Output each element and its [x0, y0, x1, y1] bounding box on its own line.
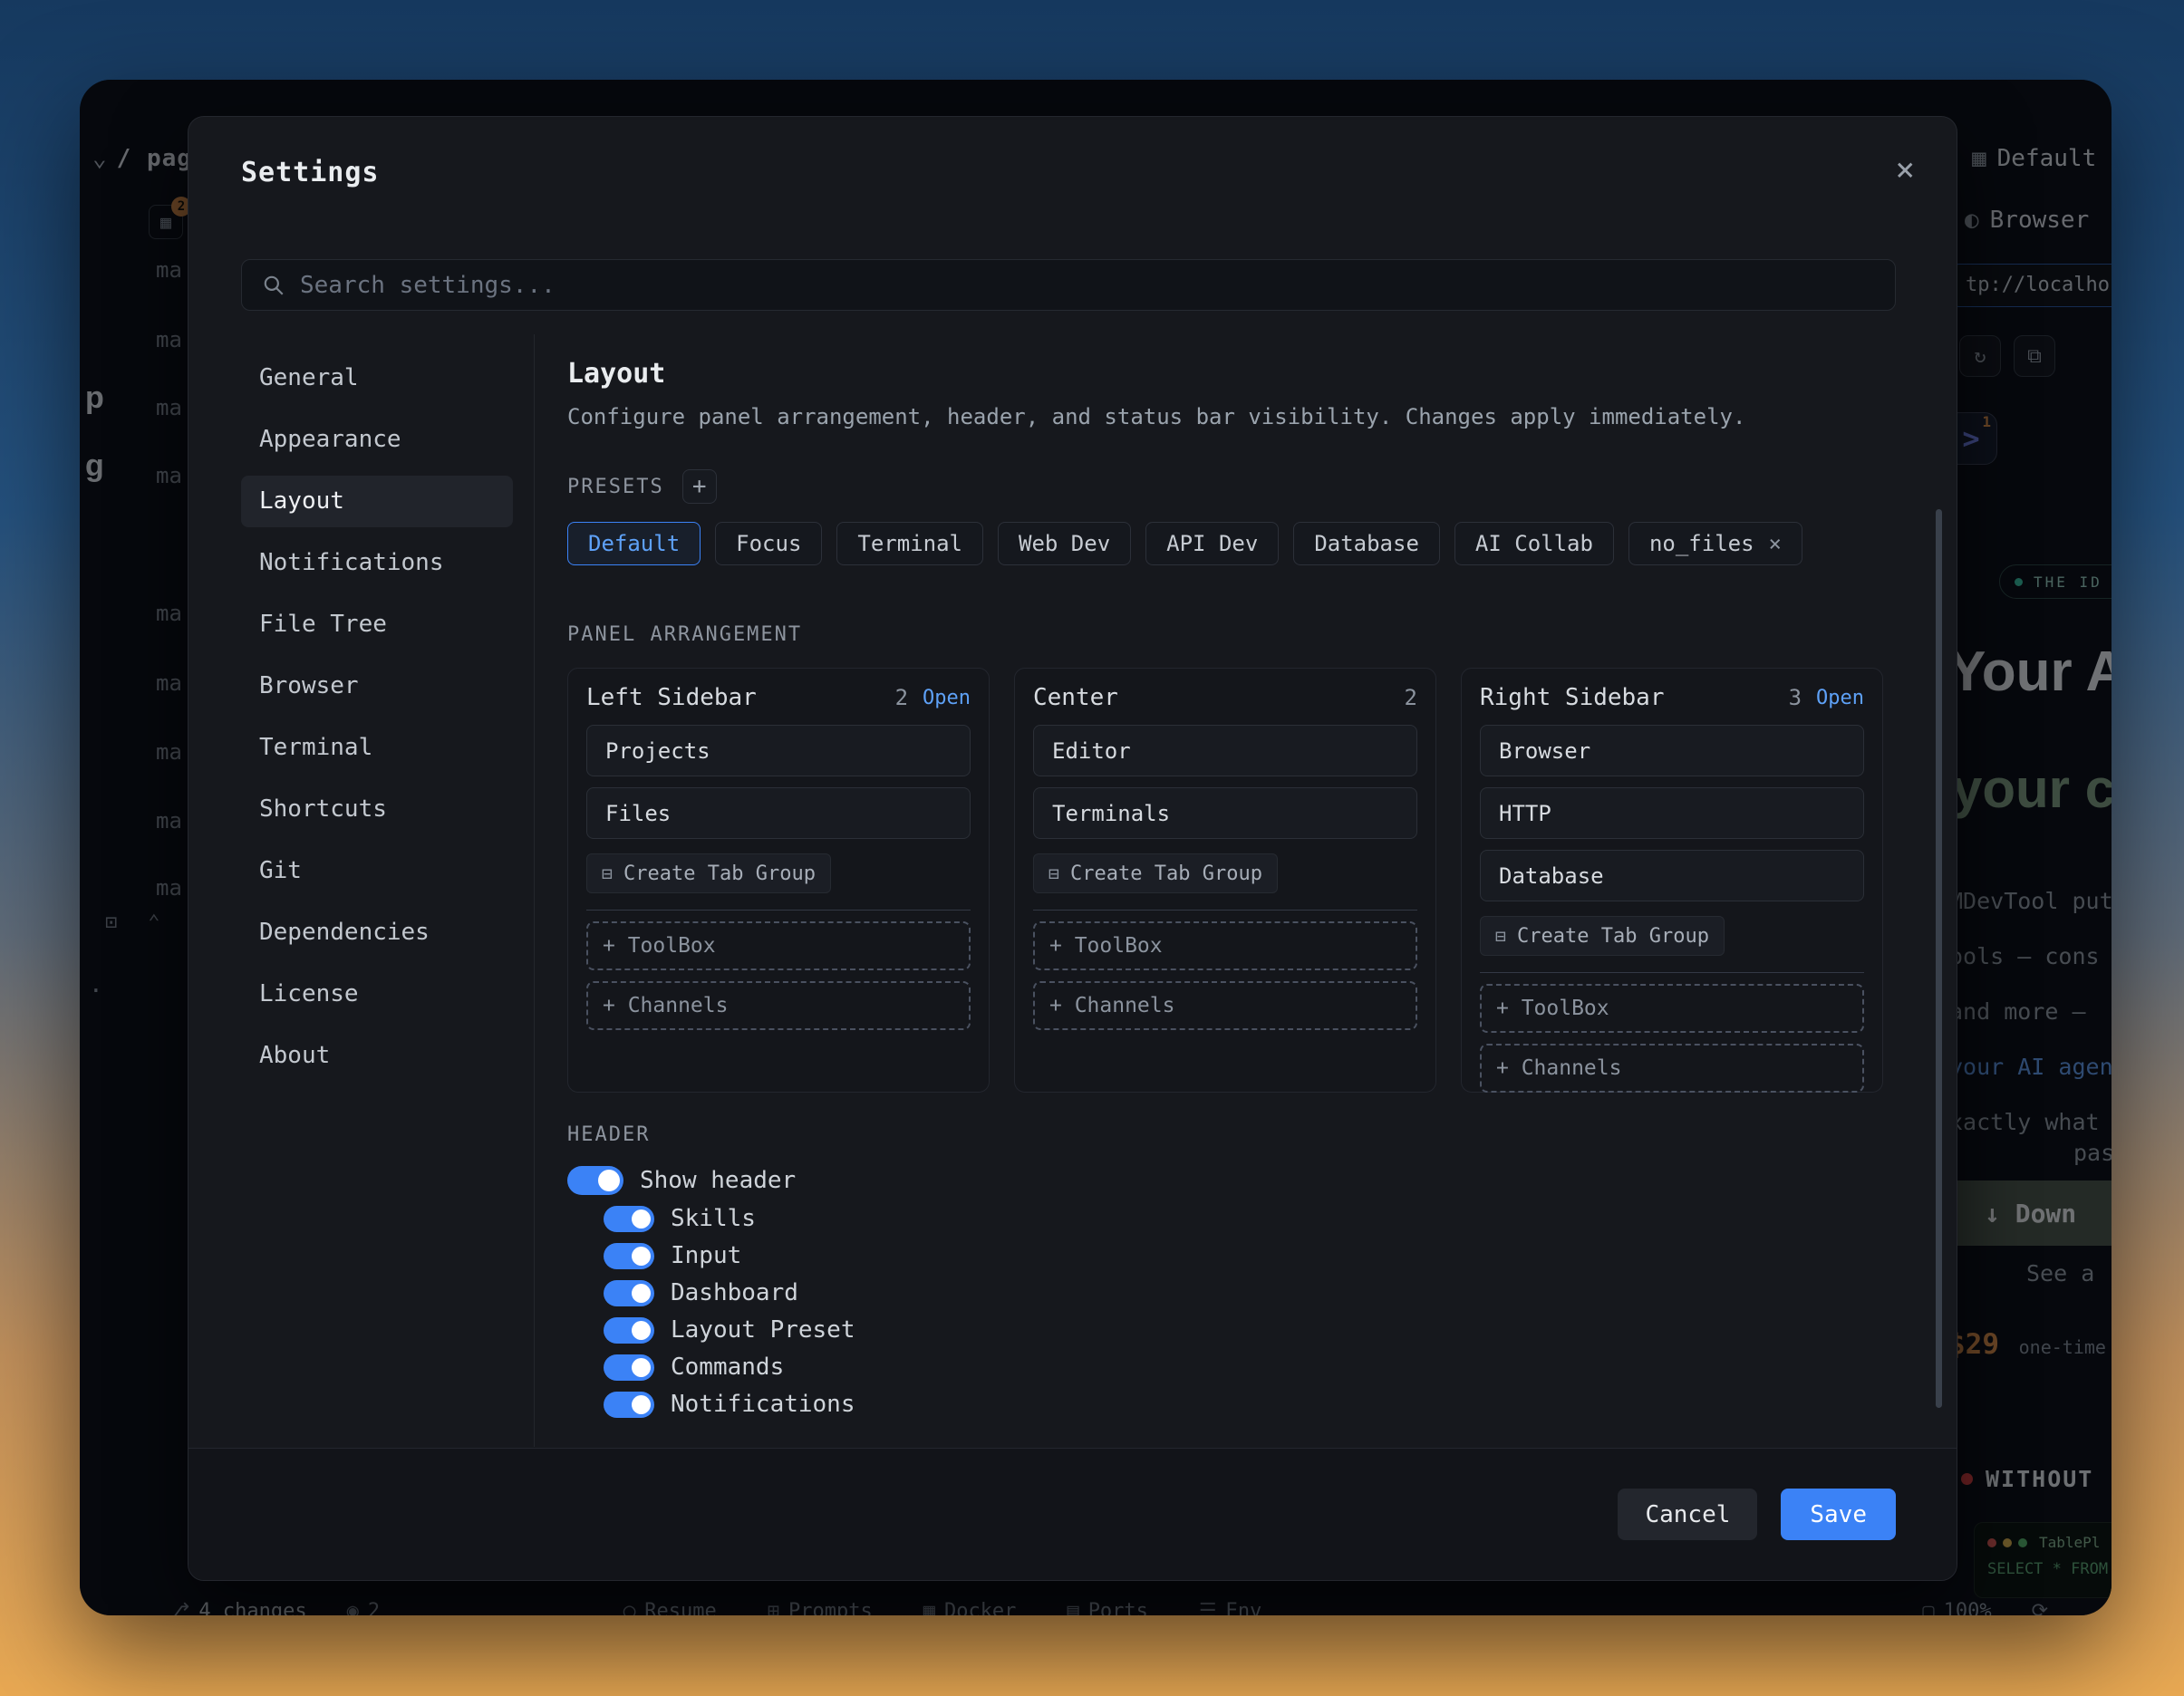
add-preset-button[interactable]: + — [682, 469, 717, 504]
toggle-row-notifications: Notifications — [567, 1391, 1901, 1418]
toggle-row-skills: Skills — [567, 1205, 1901, 1232]
tab-group-icon: ⊟ — [602, 862, 613, 884]
drop-zone-channels[interactable]: + Channels — [586, 981, 971, 1030]
notifications-toggle[interactable] — [604, 1392, 654, 1418]
create-tab-group-button[interactable]: ⊟ Create Tab Group — [1480, 916, 1725, 956]
close-icon[interactable]: × — [1895, 151, 1915, 188]
panel-title: Left Sidebar — [586, 684, 895, 711]
panel-arrangement-label: PANEL ARRANGEMENT — [567, 623, 1901, 646]
nav-item-about[interactable]: About — [241, 1030, 513, 1082]
nav-item-terminal[interactable]: Terminal — [241, 722, 513, 774]
panel-card-right-sidebar: Right Sidebar 3 Open Browser HTTP Databa… — [1461, 668, 1883, 1093]
toggle-row-commands: Commands — [567, 1354, 1901, 1381]
panel-title: Right Sidebar — [1480, 684, 1789, 711]
panel-tab-http[interactable]: HTTP — [1480, 787, 1864, 839]
panel-cards: Left Sidebar 2 Open Projects Files ⊟ Cre… — [567, 668, 1901, 1093]
search-icon — [262, 274, 285, 297]
panel-tab-projects[interactable]: Projects — [586, 725, 971, 776]
panel-count: 2 — [1405, 685, 1417, 710]
presets-label: PRESETS — [567, 476, 664, 498]
nav-item-appearance[interactable]: Appearance — [241, 414, 513, 466]
create-tab-group-button[interactable]: ⊟ Create Tab Group — [586, 853, 831, 893]
preset-chips: Default Focus Terminal Web Dev API Dev D… — [567, 522, 1901, 565]
preset-chip-no-files[interactable]: no_files × — [1628, 522, 1802, 565]
nav-item-git[interactable]: Git — [241, 845, 513, 897]
settings-modal: Settings × General Appearance Layout Not… — [188, 116, 1957, 1581]
card-divider — [1480, 972, 1864, 973]
modal-scrollbar[interactable] — [1936, 509, 1942, 1408]
create-tab-group-button[interactable]: ⊟ Create Tab Group — [1033, 853, 1278, 893]
panel-card-left-sidebar: Left Sidebar 2 Open Projects Files ⊟ Cre… — [567, 668, 990, 1093]
sidebar-divider — [534, 334, 535, 1447]
toggle-row-dashboard: Dashboard — [567, 1279, 1901, 1306]
card-divider — [586, 910, 971, 911]
panel-tab-editor[interactable]: Editor — [1033, 725, 1417, 776]
settings-nav: General Appearance Layout Notifications … — [241, 352, 513, 1082]
nav-item-license[interactable]: License — [241, 968, 513, 1020]
panel-open-link[interactable]: Open — [1816, 687, 1864, 709]
preset-chip-focus[interactable]: Focus — [715, 522, 822, 565]
panel-count: 2 — [895, 685, 908, 710]
remove-preset-icon[interactable]: × — [1769, 531, 1782, 556]
panel-card-center: Center 2 Editor Terminals ⊟ Create Tab G… — [1014, 668, 1436, 1093]
tab-group-icon: ⊟ — [1049, 862, 1059, 884]
card-divider — [1033, 910, 1417, 911]
preset-chip-api-dev[interactable]: API Dev — [1145, 522, 1279, 565]
panel-title: Center — [1033, 684, 1405, 711]
show-header-toggle[interactable] — [567, 1166, 623, 1195]
nav-item-dependencies[interactable]: Dependencies — [241, 907, 513, 959]
app-window: ⌄/ pag ▦ 2 ma ma ma ma ma ma ma ma ma p … — [80, 80, 2112, 1615]
panel-count: 3 — [1789, 685, 1802, 710]
cancel-button[interactable]: Cancel — [1618, 1489, 1757, 1540]
save-button[interactable]: Save — [1781, 1489, 1896, 1540]
panel-tab-files[interactable]: Files — [586, 787, 971, 839]
settings-content: Layout Configure panel arrangement, head… — [567, 342, 1901, 1418]
modal-title: Settings — [241, 157, 380, 188]
settings-search[interactable] — [241, 259, 1896, 311]
panel-tab-browser[interactable]: Browser — [1480, 725, 1864, 776]
header-section-label: HEADER — [567, 1123, 1901, 1146]
drop-zone-channels[interactable]: + Channels — [1033, 981, 1417, 1030]
nav-item-file-tree[interactable]: File Tree — [241, 599, 513, 650]
panel-tab-terminals[interactable]: Terminals — [1033, 787, 1417, 839]
toggle-row-input: Input — [567, 1242, 1901, 1269]
input-toggle[interactable] — [604, 1243, 654, 1269]
preset-chip-default[interactable]: Default — [567, 522, 701, 565]
preset-chip-database[interactable]: Database — [1293, 522, 1440, 565]
nav-item-layout[interactable]: Layout — [241, 476, 513, 527]
page-title: Layout — [567, 358, 1901, 390]
panel-open-link[interactable]: Open — [923, 687, 971, 709]
tab-group-icon: ⊟ — [1495, 925, 1506, 947]
dashboard-toggle[interactable] — [604, 1280, 654, 1306]
drop-zone-toolbox[interactable]: + ToolBox — [1480, 984, 1864, 1033]
nav-item-browser[interactable]: Browser — [241, 660, 513, 712]
page-description: Configure panel arrangement, header, and… — [567, 404, 1901, 429]
preset-chip-ai-collab[interactable]: AI Collab — [1454, 522, 1614, 565]
drop-zone-toolbox[interactable]: + ToolBox — [586, 921, 971, 970]
toggle-row-show-header: Show header — [567, 1166, 1901, 1195]
nav-item-shortcuts[interactable]: Shortcuts — [241, 784, 513, 835]
drop-zone-channels[interactable]: + Channels — [1480, 1044, 1864, 1093]
modal-footer: Cancel Save — [188, 1448, 1957, 1580]
preset-chip-terminal[interactable]: Terminal — [836, 522, 983, 565]
panel-tab-database[interactable]: Database — [1480, 850, 1864, 901]
commands-toggle[interactable] — [604, 1354, 654, 1381]
skills-toggle[interactable] — [604, 1206, 654, 1232]
nav-item-notifications[interactable]: Notifications — [241, 537, 513, 589]
toggle-row-layout-preset: Layout Preset — [567, 1316, 1901, 1344]
preset-chip-web-dev[interactable]: Web Dev — [998, 522, 1131, 565]
search-input[interactable] — [300, 272, 1875, 299]
drop-zone-toolbox[interactable]: + ToolBox — [1033, 921, 1417, 970]
layout-preset-toggle[interactable] — [604, 1317, 654, 1344]
nav-item-general[interactable]: General — [241, 352, 513, 404]
